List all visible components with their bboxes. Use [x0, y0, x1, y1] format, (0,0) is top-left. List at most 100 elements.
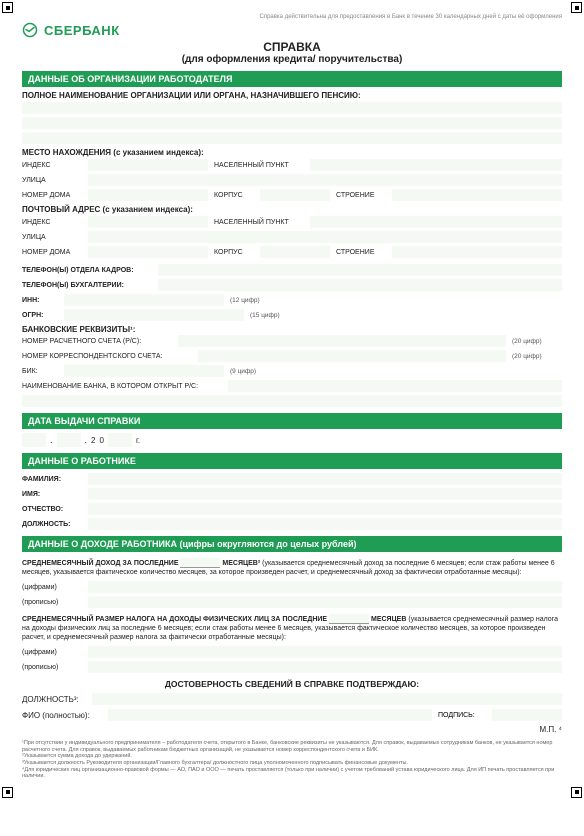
- acc-phone-label: ТЕЛЕФОН(Ы) БУХГАЛТЕРИИ:: [22, 282, 152, 289]
- conf-position-label: ДОЛЖНОСТЬ³:: [22, 695, 86, 704]
- date-day-input[interactable]: [22, 433, 46, 447]
- org-full-name-input[interactable]: [22, 132, 562, 144]
- avg-income-line: СРЕДНЕМЕСЯЧНЫЙ ДОХОД ЗА ПОСЛЕДНИЕ МЕСЯЦЕ…: [22, 558, 562, 577]
- avg-digits-input[interactable]: [88, 581, 562, 593]
- addr-korpus-label: КОРПУС: [214, 192, 254, 199]
- position-label: ДОЛЖНОСТЬ:: [22, 521, 82, 528]
- addr-street-label: УЛИЦА: [22, 234, 82, 241]
- section-income: ДАННЫЕ О ДОХОДЕ РАБОТНИКА (цифры округля…: [22, 536, 562, 552]
- avg-months-input[interactable]: [180, 558, 220, 568]
- org-location-label: МЕСТО НАХОЖДЕНИЯ (с указанием индекса):: [22, 148, 562, 157]
- addr-index-label: ИНДЕКС: [22, 219, 82, 226]
- bik-input[interactable]: [64, 365, 224, 377]
- patronymic-input[interactable]: [88, 503, 562, 515]
- rs-hint: (20 цифр): [512, 338, 562, 345]
- date-dot: .: [85, 435, 88, 445]
- addr-street-input[interactable]: [88, 174, 562, 186]
- addr-korpus-input[interactable]: [260, 246, 330, 258]
- date-dot: .: [50, 435, 53, 445]
- addr-building-label: СТРОЕНИЕ: [336, 249, 386, 256]
- org-full-name-input[interactable]: [22, 102, 562, 114]
- bank-name-input[interactable]: [22, 395, 562, 407]
- addr-street-label: УЛИЦА: [22, 177, 82, 184]
- signature-input[interactable]: [492, 709, 562, 721]
- signature-label: ПОДПИСЬ:: [438, 712, 486, 719]
- footnote: ³Указывается должность Руководителя орга…: [22, 760, 562, 767]
- brand-row: СБЕРБАНК: [22, 22, 562, 38]
- tax-line: СРЕДНЕМЕСЯЧНЫЙ РАЗМЕР НАЛОГА НА ДОХОДЫ Ф…: [22, 614, 562, 642]
- section-organization: ДАННЫЕ ОБ ОРГАНИЗАЦИИ РАБОТОДАТЕЛЯ: [22, 71, 562, 87]
- bank-name-input[interactable]: [228, 380, 562, 392]
- validity-note: Справка действительна для предоставления…: [22, 14, 562, 20]
- surname-label: ФАМИЛИЯ:: [22, 476, 82, 483]
- section-date: ДАТА ВЫДАЧИ СПРАВКИ: [22, 413, 562, 429]
- inn-input[interactable]: [64, 294, 224, 306]
- conf-fio-input[interactable]: [108, 709, 432, 721]
- ogrn-hint: (15 цифр): [250, 312, 280, 319]
- org-full-name-label: ПОЛНОЕ НАИМЕНОВАНИЕ ОРГАНИЗАЦИИ ИЛИ ОРГА…: [22, 91, 562, 100]
- words-label: (прописью): [22, 664, 82, 671]
- addr-index-input[interactable]: [88, 216, 208, 228]
- bik-label: БИК:: [22, 368, 58, 375]
- bank-req-label: БАНКОВСКИЕ РЕКВИЗИТЫ¹:: [22, 325, 562, 334]
- ogrn-label: ОГРН:: [22, 312, 58, 319]
- tax-digits-input[interactable]: [88, 646, 562, 658]
- hr-phone-label: ТЕЛЕФОН(Ы) ОТДЕЛА КАДРОВ:: [22, 267, 152, 274]
- words-label: (прописью): [22, 599, 82, 606]
- addr-house-label: НОМЕР ДОМА: [22, 192, 82, 199]
- section-employee: ДАННЫЕ О РАБОТНИКЕ: [22, 453, 562, 469]
- position-input[interactable]: [88, 518, 562, 530]
- addr-house-label: НОМЕР ДОМА: [22, 249, 82, 256]
- conf-position-input[interactable]: [92, 693, 562, 705]
- name-input[interactable]: [88, 488, 562, 500]
- surname-input[interactable]: [88, 473, 562, 485]
- ks-hint: (20 цифр): [512, 353, 562, 360]
- addr-street-input[interactable]: [88, 231, 562, 243]
- date-year-input[interactable]: [108, 433, 132, 447]
- org-postal-label: ПОЧТОВЫЙ АДРЕС (с указанием индекса):: [22, 205, 562, 214]
- footnote: ¹При отсутствии у индивидуального предпр…: [22, 740, 562, 753]
- avg-words-input[interactable]: [88, 596, 562, 608]
- footnote: ²Указывается сумма дохода до удержаний.: [22, 753, 562, 760]
- addr-locality-input[interactable]: [310, 216, 562, 228]
- patronymic-label: ОТЧЕСТВО:: [22, 506, 82, 513]
- tax-suffix: МЕСЯЦЕВ: [371, 616, 406, 623]
- org-full-name-input[interactable]: [22, 117, 562, 129]
- alignment-marker: [2, 787, 13, 798]
- tax-prefix: СРЕДНЕМЕСЯЧНЫЙ РАЗМЕР НАЛОГА НА ДОХОДЫ Ф…: [22, 616, 327, 623]
- addr-index-label: ИНДЕКС: [22, 162, 82, 169]
- sberbank-logo-icon: [22, 22, 38, 38]
- ks-label: НОМЕР КОРРЕСПОНДЕНТСКОГО СЧЕТА:: [22, 353, 192, 360]
- addr-korpus-label: КОРПУС: [214, 249, 254, 256]
- stamp-mp: М.П. ⁴: [22, 725, 562, 734]
- addr-house-input[interactable]: [88, 189, 208, 201]
- digits-label: (цифрами): [22, 649, 82, 656]
- addr-locality-label: НАСЕЛЕННЫЙ ПУНКТ: [214, 162, 304, 169]
- ks-input[interactable]: [198, 350, 506, 362]
- issue-date: . . 2 0 г.: [22, 433, 562, 447]
- addr-house-input[interactable]: [88, 246, 208, 258]
- avg-income-prefix: СРЕДНЕМЕСЯЧНЫЙ ДОХОД ЗА ПОСЛЕДНИЕ: [22, 560, 179, 567]
- doc-subtitle: (для оформления кредита/ поручительства): [22, 54, 562, 65]
- date-year-prefix: 0: [99, 436, 103, 445]
- addr-index-input[interactable]: [88, 159, 208, 171]
- hr-phone-input[interactable]: [158, 264, 562, 276]
- ogrn-input[interactable]: [64, 309, 244, 321]
- rs-input[interactable]: [178, 335, 506, 347]
- tax-words-input[interactable]: [88, 661, 562, 673]
- alignment-marker: [571, 787, 582, 798]
- tax-months-input[interactable]: [329, 614, 369, 624]
- addr-locality-input[interactable]: [310, 159, 562, 171]
- addr-building-input[interactable]: [392, 189, 562, 201]
- footnote: ⁴Для юридических лиц организационно-прав…: [22, 767, 562, 780]
- inn-hint: (12 цифр): [230, 297, 260, 304]
- addr-locality-label: НАСЕЛЕННЫЙ ПУНКТ: [214, 219, 304, 226]
- acc-phone-input[interactable]: [158, 279, 562, 291]
- addr-building-input[interactable]: [392, 246, 562, 258]
- avg-income-suffix: МЕСЯЦЕВ²: [222, 560, 260, 567]
- date-month-input[interactable]: [57, 433, 81, 447]
- date-year-prefix: 2: [91, 436, 95, 445]
- confirmation-heading: ДОСТОВЕРНОСТЬ СВЕДЕНИЙ В СПРАВКЕ ПОДТВЕР…: [22, 679, 562, 689]
- addr-korpus-input[interactable]: [260, 189, 330, 201]
- brand-name: СБЕРБАНК: [44, 23, 120, 38]
